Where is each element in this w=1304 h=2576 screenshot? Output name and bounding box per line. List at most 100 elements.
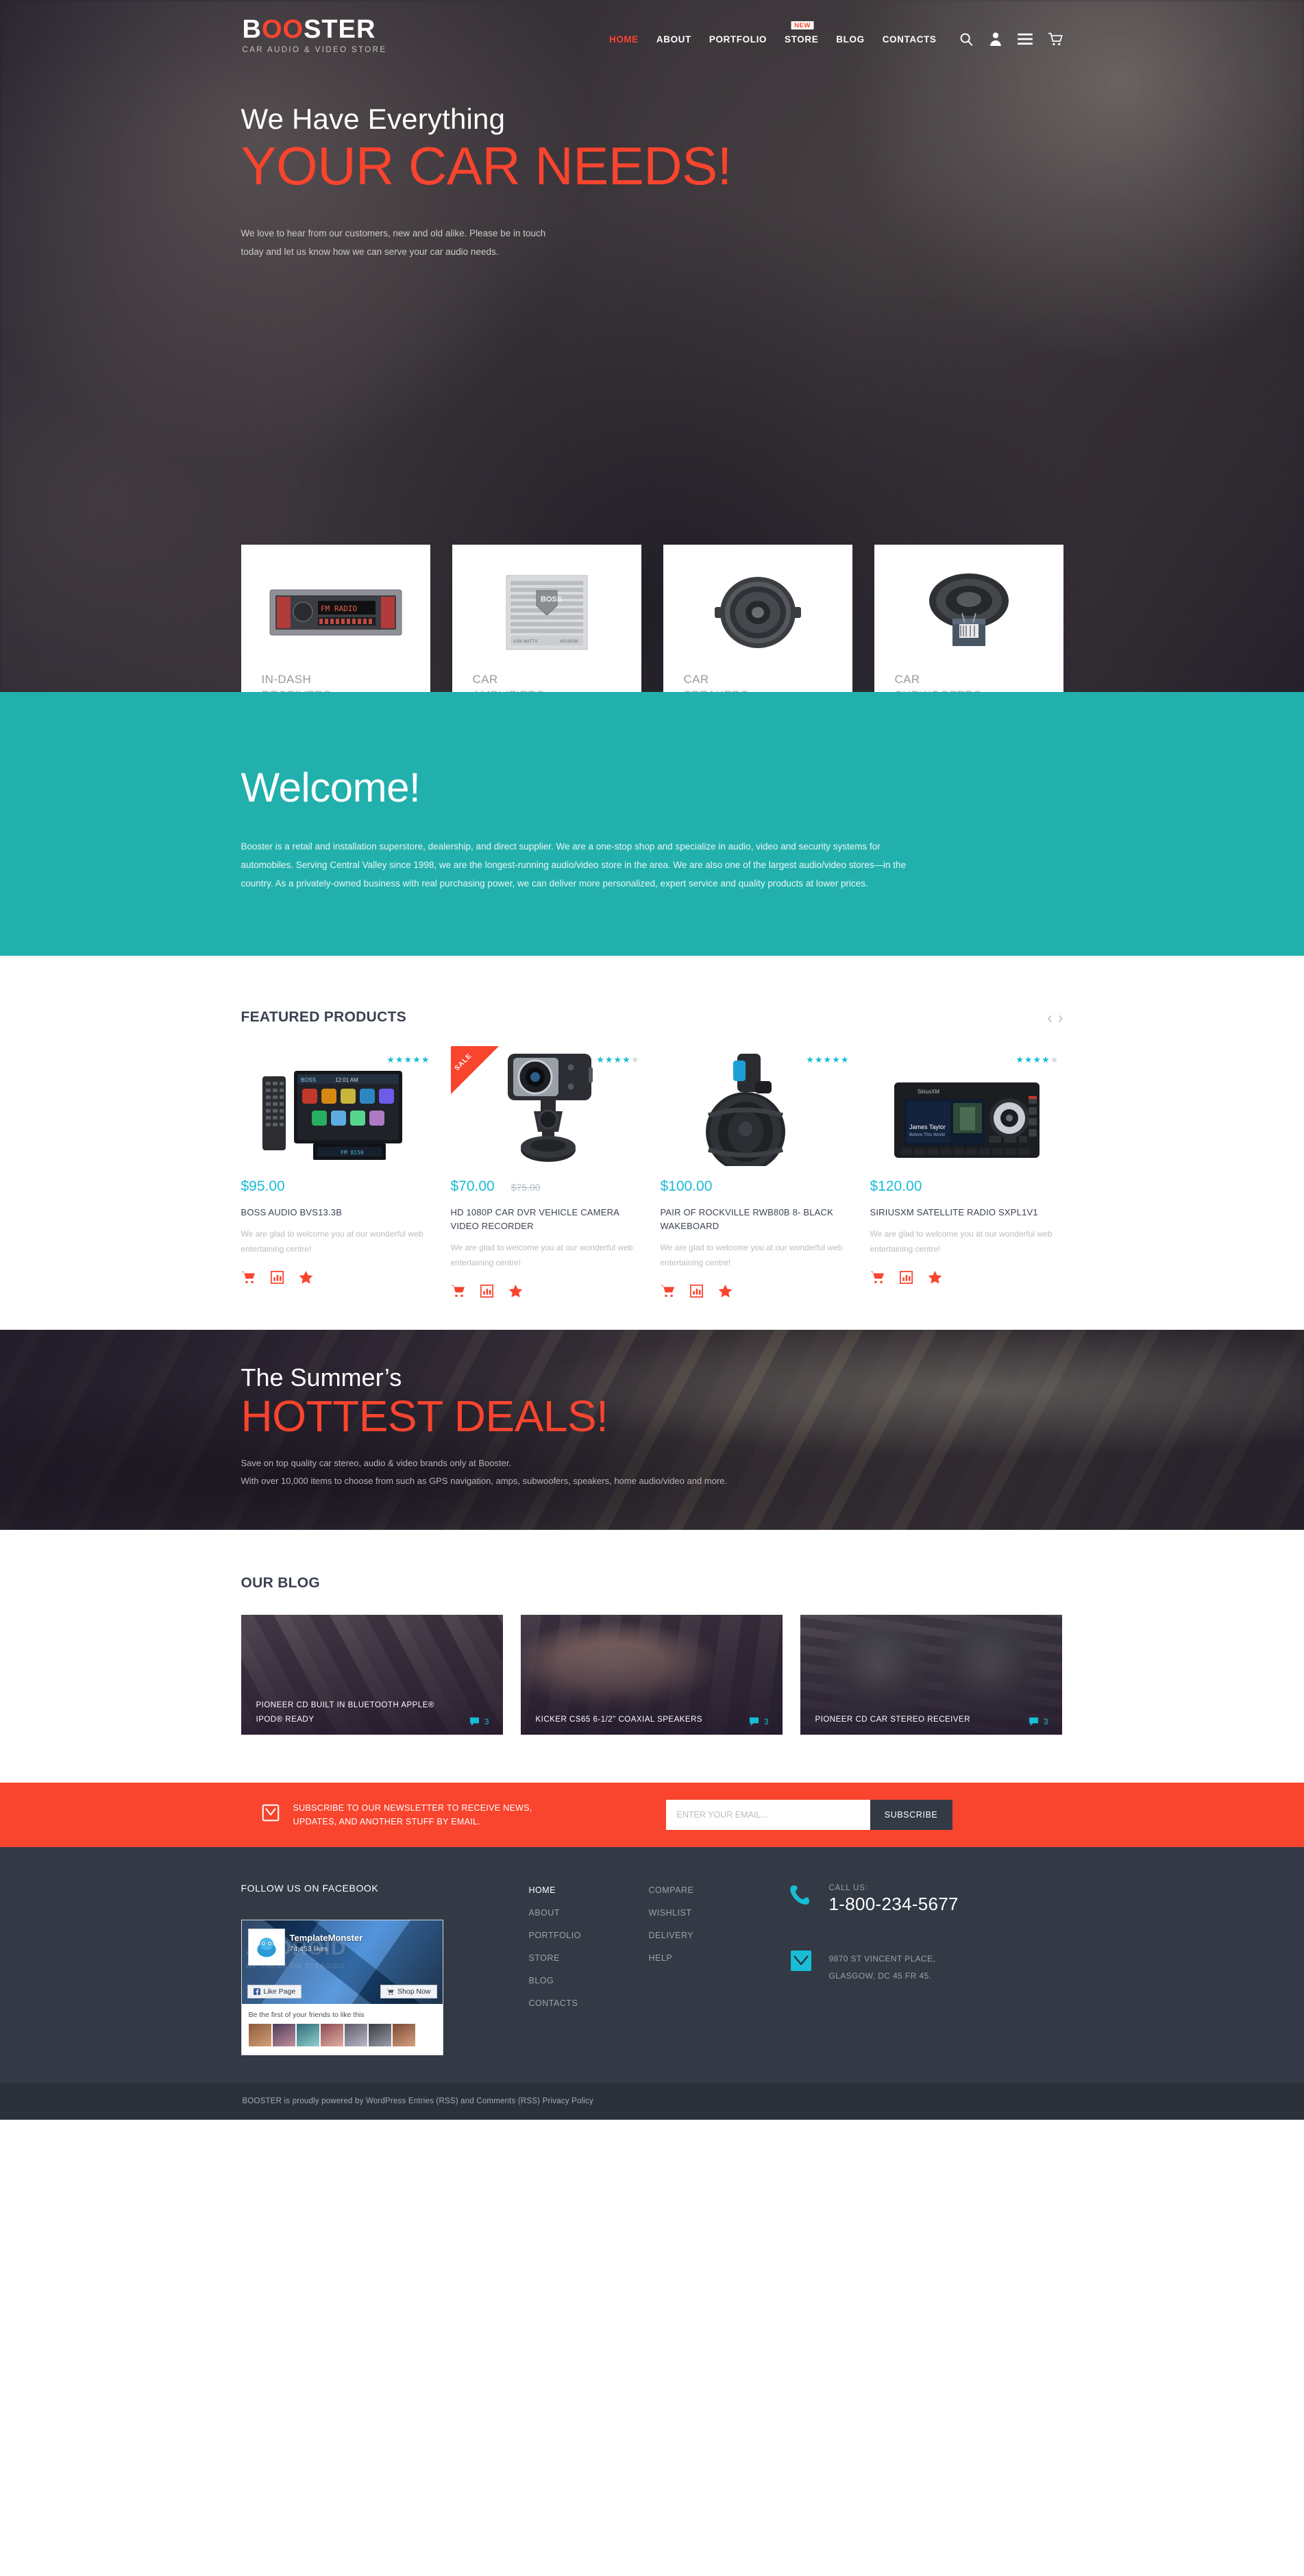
- compare-icon[interactable]: [480, 1285, 493, 1298]
- rating-stars: ★★★★★: [596, 1054, 640, 1065]
- cart-icon[interactable]: [241, 1271, 256, 1284]
- cart-icon[interactable]: [450, 1285, 465, 1298]
- chevron-left-icon[interactable]: ‹: [1047, 1009, 1053, 1026]
- deals-line-2: With over 10,000 items to choose from su…: [241, 1475, 728, 1486]
- facebook-shop-label: Shop Now: [397, 1987, 431, 1996]
- brand-tagline: CAR AUDIO & VIDEO STORE: [242, 46, 387, 54]
- comment-icon: [749, 1717, 759, 1726]
- deals-line-1: Save on top quality car stereo, audio & …: [241, 1458, 512, 1469]
- nav-item-store[interactable]: NEW STORE: [785, 21, 818, 45]
- hero-copy: We Have Everything YOUR CAR NEEDS! We lo…: [0, 54, 1304, 261]
- brand-logo[interactable]: BOOSTER CAR AUDIO & VIDEO STORE: [241, 16, 515, 54]
- footer-link-home[interactable]: HOME: [529, 1885, 649, 1895]
- facebook-shop-button[interactable]: Shop Now: [380, 1984, 437, 1998]
- blog-post-title: KICKER CS65 6-1/2" COAXIAL SPEAKERS: [535, 1715, 703, 1724]
- footer-link-wishlist[interactable]: WISHLIST: [649, 1908, 769, 1918]
- chevron-right-icon[interactable]: ›: [1058, 1009, 1063, 1026]
- envelope-icon: [260, 1803, 281, 1826]
- email-input[interactable]: [665, 1799, 870, 1830]
- nav-item-blog[interactable]: BLOG: [836, 34, 864, 45]
- nav-label: CONTACTS: [882, 34, 937, 45]
- category-card-car-subwoofers[interactable]: CAR SUBWOOFERS: [874, 545, 1063, 692]
- category-line-2: RECEIVERS: [262, 688, 410, 692]
- blog-post-title: PIONEER CD BUILT IN BLUETOOTH APPLE® IPO…: [256, 1701, 434, 1724]
- logo-part-oo: OO: [261, 15, 304, 44]
- cart-icon[interactable]: [660, 1285, 675, 1298]
- nav-item-portfolio[interactable]: PORTFOLIO: [709, 34, 767, 45]
- footer-contact-column: CALL US: 1-800-234-5677 9870 ST VINCENT …: [769, 1883, 959, 2055]
- footer-link-about[interactable]: ABOUT: [529, 1908, 649, 1918]
- facebook-like-button[interactable]: Like Page: [247, 1984, 302, 1998]
- wishlist-star-icon[interactable]: [299, 1270, 313, 1285]
- cart-icon[interactable]: [1048, 32, 1063, 47]
- wishlist-star-icon[interactable]: [928, 1270, 942, 1285]
- blog-post-list: PIONEER CD BUILT IN BLUETOOTH APPLE® IPO…: [241, 1614, 1063, 1735]
- category-line-2: SUBWOOFERS: [895, 688, 1043, 692]
- welcome-title: Welcome!: [241, 765, 421, 810]
- phone-number[interactable]: 1-800-234-5677: [829, 1894, 959, 1915]
- comment-number: 3: [1043, 1716, 1048, 1726]
- phone-block: CALL US: 1-800-234-5677: [788, 1884, 959, 1915]
- product-actions: [450, 1284, 643, 1298]
- product-image: ★★★★★: [661, 1046, 852, 1166]
- category-card-car-speakers[interactable]: CAR SPEAKERS: [663, 545, 852, 692]
- product-card[interactable]: ★★★★★: [661, 1046, 852, 1298]
- footer-link-blog[interactable]: BLOG: [529, 1976, 649, 1985]
- svg-text:SiriusXM: SiriusXM: [918, 1089, 939, 1095]
- blog-post-card[interactable]: PIONEER CD BUILT IN BLUETOOTH APPLE® IPO…: [241, 1614, 503, 1735]
- product-card[interactable]: ★★★★★ SiriusXM James Taylor Before This …: [870, 1046, 1062, 1298]
- copyright-bar: BOOSTER is proudly powered by WordPress …: [0, 2082, 1304, 2120]
- blog-post-card[interactable]: PIONEER CD CAR STEREO RECEIVER 3: [800, 1614, 1062, 1735]
- footer-link-delivery[interactable]: DELIVERY: [649, 1931, 769, 1940]
- facebook-widget[interactable]: ANDROID WP THEME ON STEROIDS TemplateMon…: [241, 1919, 443, 2055]
- blog-post-card[interactable]: KICKER CS65 6-1/2" COAXIAL SPEAKERS 3: [520, 1614, 783, 1735]
- nav-label: BLOG: [836, 34, 865, 45]
- nav-item-about[interactable]: ABOUT: [656, 34, 691, 45]
- category-line-1: IN-DASH: [261, 673, 312, 686]
- comment-icon: [1029, 1717, 1038, 1726]
- nav-item-contacts[interactable]: CONTACTS: [883, 34, 937, 45]
- site-footer: FOLLOW US ON FACEBOOK ANDROID WP THEME O…: [0, 1846, 1304, 2083]
- product-price: $120.00: [870, 1178, 922, 1194]
- featured-products-title: FEATURED PRODUCTS: [241, 1009, 407, 1025]
- compare-icon[interactable]: [689, 1285, 703, 1298]
- compare-icon[interactable]: [270, 1271, 284, 1285]
- comment-number: 3: [763, 1716, 769, 1726]
- footer-link-contacts[interactable]: CONTACTS: [529, 1998, 649, 2008]
- hero-paragraph-line1: We love to hear from our customers, new …: [241, 227, 546, 238]
- product-price: $100.00: [660, 1178, 713, 1194]
- compare-icon[interactable]: [899, 1271, 913, 1285]
- wishlist-star-icon[interactable]: [718, 1284, 733, 1298]
- shop-cart-icon: [386, 1988, 394, 1995]
- product-card[interactable]: SALE ★★★★★ $70.00 $75.00 HD 1080P CAR DV…: [450, 1046, 643, 1298]
- deals-heading: The Summer’s: [241, 1363, 402, 1391]
- facebook-page-name: TemplateMonster: [289, 1932, 363, 1943]
- header-icons: [959, 32, 1063, 47]
- address-line-1: 9870 ST VINCENT PLACE,: [828, 1953, 936, 1964]
- footer-link-store[interactable]: STORE: [529, 1953, 649, 1963]
- category-card-in-dash-receivers[interactable]: FM RADIO IN-DASH RECEIVERS: [241, 545, 430, 692]
- category-line-2: SPEAKERS: [684, 688, 832, 692]
- svg-text:BOSS: BOSS: [301, 1077, 316, 1083]
- footer-link-compare[interactable]: COMPARE: [649, 1885, 769, 1895]
- facebook-avatar: [247, 1928, 285, 1966]
- nav-item-home[interactable]: HOME: [609, 34, 639, 45]
- wishlist-star-icon[interactable]: [508, 1284, 523, 1298]
- menu-icon[interactable]: [1017, 33, 1033, 45]
- product-description: We are glad to welcome you at our wonder…: [660, 1243, 843, 1268]
- user-icon[interactable]: [989, 32, 1002, 47]
- category-card-car-amplifiers[interactable]: BOSS 1000 WATTS AR1500M CAR AMPLIFIERS: [452, 545, 641, 692]
- logo-part-1: B: [242, 15, 262, 44]
- rating-stars: ★★★★★: [386, 1054, 430, 1065]
- cart-icon[interactable]: [870, 1271, 885, 1284]
- blog-title: OUR BLOG: [241, 1574, 321, 1591]
- subscribe-button[interactable]: SUBSCRIBE: [870, 1799, 952, 1830]
- product-card[interactable]: ★★★★★: [241, 1046, 433, 1298]
- search-icon[interactable]: [959, 32, 974, 47]
- svg-text:BOSS: BOSS: [541, 595, 562, 604]
- site-header: BOOSTER CAR AUDIO & VIDEO STORE HOME ABO…: [0, 0, 1304, 54]
- footer-link-help[interactable]: HELP: [649, 1953, 769, 1963]
- footer-link-portfolio[interactable]: PORTFOLIO: [529, 1931, 649, 1940]
- main-navigation: HOME ABOUT PORTFOLIO NEW STORE BLOG CONTA…: [609, 21, 937, 45]
- page-root: BOOSTER CAR AUDIO & VIDEO STORE HOME ABO…: [0, 0, 1304, 2120]
